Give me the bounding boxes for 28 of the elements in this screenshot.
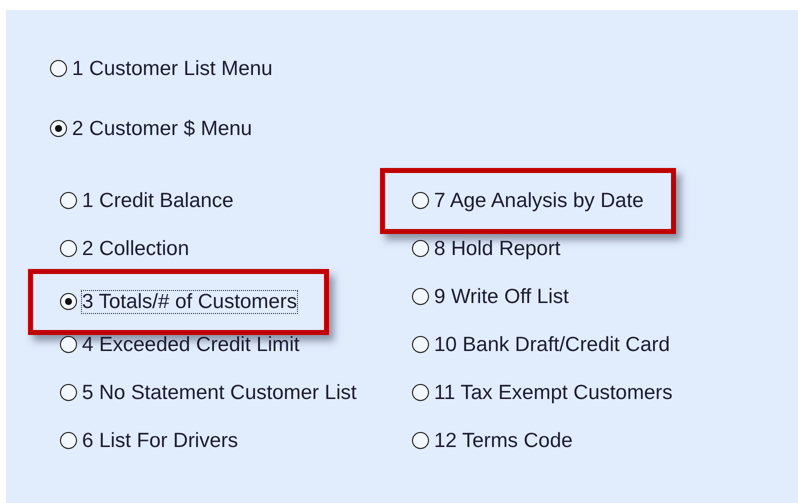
radio-button[interactable] xyxy=(412,240,429,257)
radio-button[interactable] xyxy=(60,336,77,353)
option-label: 2 Collection xyxy=(82,238,190,260)
option-label: 9 Write Off List xyxy=(434,286,569,308)
radio-button[interactable] xyxy=(50,120,67,137)
option-label: 7 Age Analysis by Date xyxy=(434,190,644,212)
radio-button[interactable] xyxy=(412,432,429,449)
radio-button[interactable] xyxy=(412,288,429,305)
option-label: 1 Customer List Menu xyxy=(72,58,273,80)
option-label: 4 Exceeded Credit Limit xyxy=(82,334,300,356)
radio-button[interactable] xyxy=(412,384,429,401)
option-label: 8 Hold Report xyxy=(434,238,560,260)
option-label: 10 Bank Draft/Credit Card xyxy=(434,334,670,356)
option-label: 12 Terms Code xyxy=(434,430,573,452)
option-label: 2 Customer $ Menu xyxy=(72,118,252,140)
radio-button[interactable] xyxy=(412,336,429,353)
option-label: 1 Credit Balance xyxy=(82,190,234,212)
radio-button[interactable] xyxy=(60,293,77,310)
radio-button[interactable] xyxy=(60,240,77,257)
radio-button[interactable] xyxy=(50,60,67,77)
radio-button[interactable] xyxy=(60,432,77,449)
radio-button[interactable] xyxy=(60,192,77,209)
radio-button[interactable] xyxy=(60,384,77,401)
option-label: 6 List For Drivers xyxy=(82,430,238,452)
option-label: 5 No Statement Customer List xyxy=(82,382,357,404)
option-label: 3 Totals/# of Customers xyxy=(82,290,297,312)
radio-button[interactable] xyxy=(412,192,429,209)
option-label: 11 Tax Exempt Customers xyxy=(434,382,673,404)
